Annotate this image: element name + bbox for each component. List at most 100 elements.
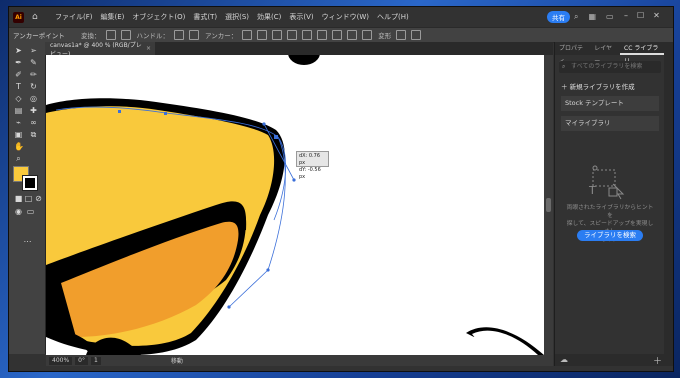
search-placeholder: すべてのライブラリを検索 <box>571 63 643 70</box>
isolate-icon[interactable] <box>396 30 407 40</box>
none-color-icon[interactable]: ⊘ <box>34 194 43 203</box>
gradient-tool-icon[interactable]: ▤ <box>14 106 23 115</box>
artboard-tool-icon[interactable]: ▣ <box>14 130 23 139</box>
zoom-tool-icon[interactable]: ⌕ <box>14 154 23 163</box>
menu-help[interactable]: ヘルプ(H) <box>377 12 409 22</box>
default-colors-icon[interactable]: ■ <box>14 194 23 203</box>
convert-smooth-icon[interactable] <box>120 30 131 40</box>
black-dot-shape <box>288 55 320 65</box>
more-tools-icon[interactable]: ⋯ <box>23 237 32 246</box>
current-tool-label: 移動 <box>170 358 183 365</box>
vertical-scrollbar[interactable] <box>544 55 553 355</box>
align-middle-icon[interactable] <box>347 30 358 40</box>
new-library-label: 新規ライブラリを作成 <box>569 83 635 91</box>
browse-libraries-button[interactable]: ライブラリを検索 <box>577 230 643 241</box>
libraries-panel: プロパティ レイヤー CC ライブラリ ⌕ すべてのライブラリを検索 ＋ 新規ラ… <box>554 42 665 367</box>
color-mode-icon[interactable]: □ <box>24 194 33 203</box>
shape-tool-icon[interactable]: ◎ <box>29 94 38 103</box>
search-icon[interactable]: ⌕ <box>574 12 578 22</box>
eraser-tool-icon[interactable]: ◇ <box>14 94 23 103</box>
maximize-icon[interactable]: ☐ <box>637 11 644 20</box>
selection-tool-icon[interactable]: ➤ <box>14 46 23 55</box>
brush-tool-icon[interactable]: ✐ <box>14 70 23 79</box>
share-button[interactable]: 共有 <box>547 11 570 23</box>
slice-tool-icon[interactable]: ⧉ <box>29 130 38 139</box>
anchor-remove-icon[interactable] <box>242 30 253 40</box>
anchor-point <box>274 135 278 139</box>
artboard[interactable]: dX: 0.76 px dY: -0.56 px <box>46 55 544 355</box>
document-tab[interactable]: canvas1a* @ 400 % (RGB/プレビュー) × <box>45 42 155 58</box>
library-item-stock[interactable]: Stock テンプレート <box>561 96 659 111</box>
eyedropper-tool-icon[interactable]: ⌁ <box>14 118 23 127</box>
minimize-icon[interactable]: – <box>624 11 628 20</box>
menu-type[interactable]: 書式(T) <box>193 12 217 22</box>
align-right-icon[interactable] <box>317 30 328 40</box>
svg-text:T: T <box>588 184 596 197</box>
mesh-tool-icon[interactable]: ✚ <box>29 106 38 115</box>
hand-tool-icon[interactable]: ✋ <box>14 142 24 151</box>
artboard-field[interactable]: 1 <box>90 356 101 365</box>
curvature-tool-icon[interactable]: ✎ <box>29 58 38 67</box>
library-search-input[interactable]: ⌕ すべてのライブラリを検索 <box>559 61 661 73</box>
tooltip-dy: dY: -0.56 px <box>299 167 321 180</box>
artwork[interactable] <box>46 55 544 355</box>
scroll-thumb[interactable] <box>546 198 551 212</box>
draw-mode-icon[interactable]: ◉ <box>14 207 23 216</box>
blend-tool-icon[interactable]: ∞ <box>29 118 38 127</box>
tab-properties[interactable]: プロパティ <box>555 42 590 65</box>
anchor-cut-icon[interactable] <box>272 30 283 40</box>
tooltip-dx: dX: 0.76 px <box>299 153 321 166</box>
menu-bar: Ai ⌂ ファイル(F) 編集(E) オブジェクト(O) 書式(T) 選択(S)… <box>9 7 673 27</box>
add-icon[interactable]: ＋ <box>653 354 662 367</box>
handle-point <box>262 122 266 126</box>
menu-edit[interactable]: 編集(E) <box>101 12 125 22</box>
menu-select[interactable]: 選択(S) <box>225 12 249 22</box>
arrange-icon[interactable]: ▦ <box>588 12 596 22</box>
pencil-tool-icon[interactable]: ✏ <box>29 70 38 79</box>
type-tool-icon[interactable]: T <box>14 82 23 91</box>
align-bottom-icon[interactable] <box>362 30 373 40</box>
tab-layers[interactable]: レイヤー <box>590 42 620 65</box>
home-icon[interactable]: ⌂ <box>32 12 43 23</box>
align-center-icon[interactable] <box>302 30 313 40</box>
tools-panel: ➤ ➢ ✒ ✎ ✐ ✏ T ↻ ◇ ◎ ▤ ✚ ⌁ ∞ ▣ ⧉ ✋ ⌕ ■ □ … <box>9 42 46 354</box>
screen-mode-icon[interactable]: ▭ <box>26 207 35 216</box>
menu-object[interactable]: オブジェクト(O) <box>132 12 185 22</box>
pen-tool-icon[interactable]: ✒ <box>14 58 23 67</box>
handle-show-icon[interactable] <box>174 30 184 40</box>
zoom-field[interactable]: 400% <box>49 356 73 365</box>
panel-tabs: プロパティ レイヤー CC ライブラリ <box>555 42 665 65</box>
more-options-icon[interactable] <box>411 30 422 40</box>
library-item-mylib[interactable]: マイライブラリ <box>561 116 659 131</box>
anchor-label: アンカー： <box>205 32 238 40</box>
transform-label[interactable]: 変形 <box>378 30 391 40</box>
align-top-icon[interactable] <box>332 30 343 40</box>
document-tab-bar: canvas1a* @ 400 % (RGB/プレビュー) × <box>45 42 553 58</box>
canvas-area[interactable]: dX: 0.76 px dY: -0.56 px <box>46 55 544 355</box>
rotate-tool-icon[interactable]: ↻ <box>29 82 38 91</box>
move-tooltip: dX: 0.76 px dY: -0.56 px <box>296 151 329 180</box>
anchor-connect-icon[interactable] <box>257 30 268 40</box>
panel-toggle-icon[interactable]: ▭ <box>606 12 614 22</box>
search-icon: ⌕ <box>562 63 566 70</box>
handle-point <box>227 305 231 309</box>
menu-effect[interactable]: 効果(C) <box>257 12 281 22</box>
close-tab-icon[interactable]: × <box>146 45 151 52</box>
convert-label: 変換： <box>81 32 101 40</box>
menu-view[interactable]: 表示(V) <box>289 12 313 22</box>
menu-window[interactable]: ウィンドウ(W) <box>322 12 369 22</box>
anchor-point <box>118 110 121 113</box>
align-left-icon[interactable] <box>287 30 298 40</box>
cloud-icon[interactable]: ☁ <box>560 355 568 364</box>
menu-file[interactable]: ファイル(F) <box>55 12 93 22</box>
plus-icon: ＋ <box>561 83 568 91</box>
convert-corner-icon[interactable] <box>105 30 116 40</box>
handle-point <box>292 178 296 182</box>
direct-selection-tool-icon[interactable]: ➢ <box>29 46 38 55</box>
stroke-swatch[interactable] <box>22 175 38 191</box>
close-icon[interactable]: ✕ <box>653 11 660 20</box>
rotation-field[interactable]: 0° <box>75 356 88 365</box>
new-library-button[interactable]: ＋ 新規ライブラリを作成 <box>561 81 661 91</box>
tab-cc-libraries[interactable]: CC ライブラリ <box>620 42 665 65</box>
handle-hide-icon[interactable] <box>189 30 199 40</box>
